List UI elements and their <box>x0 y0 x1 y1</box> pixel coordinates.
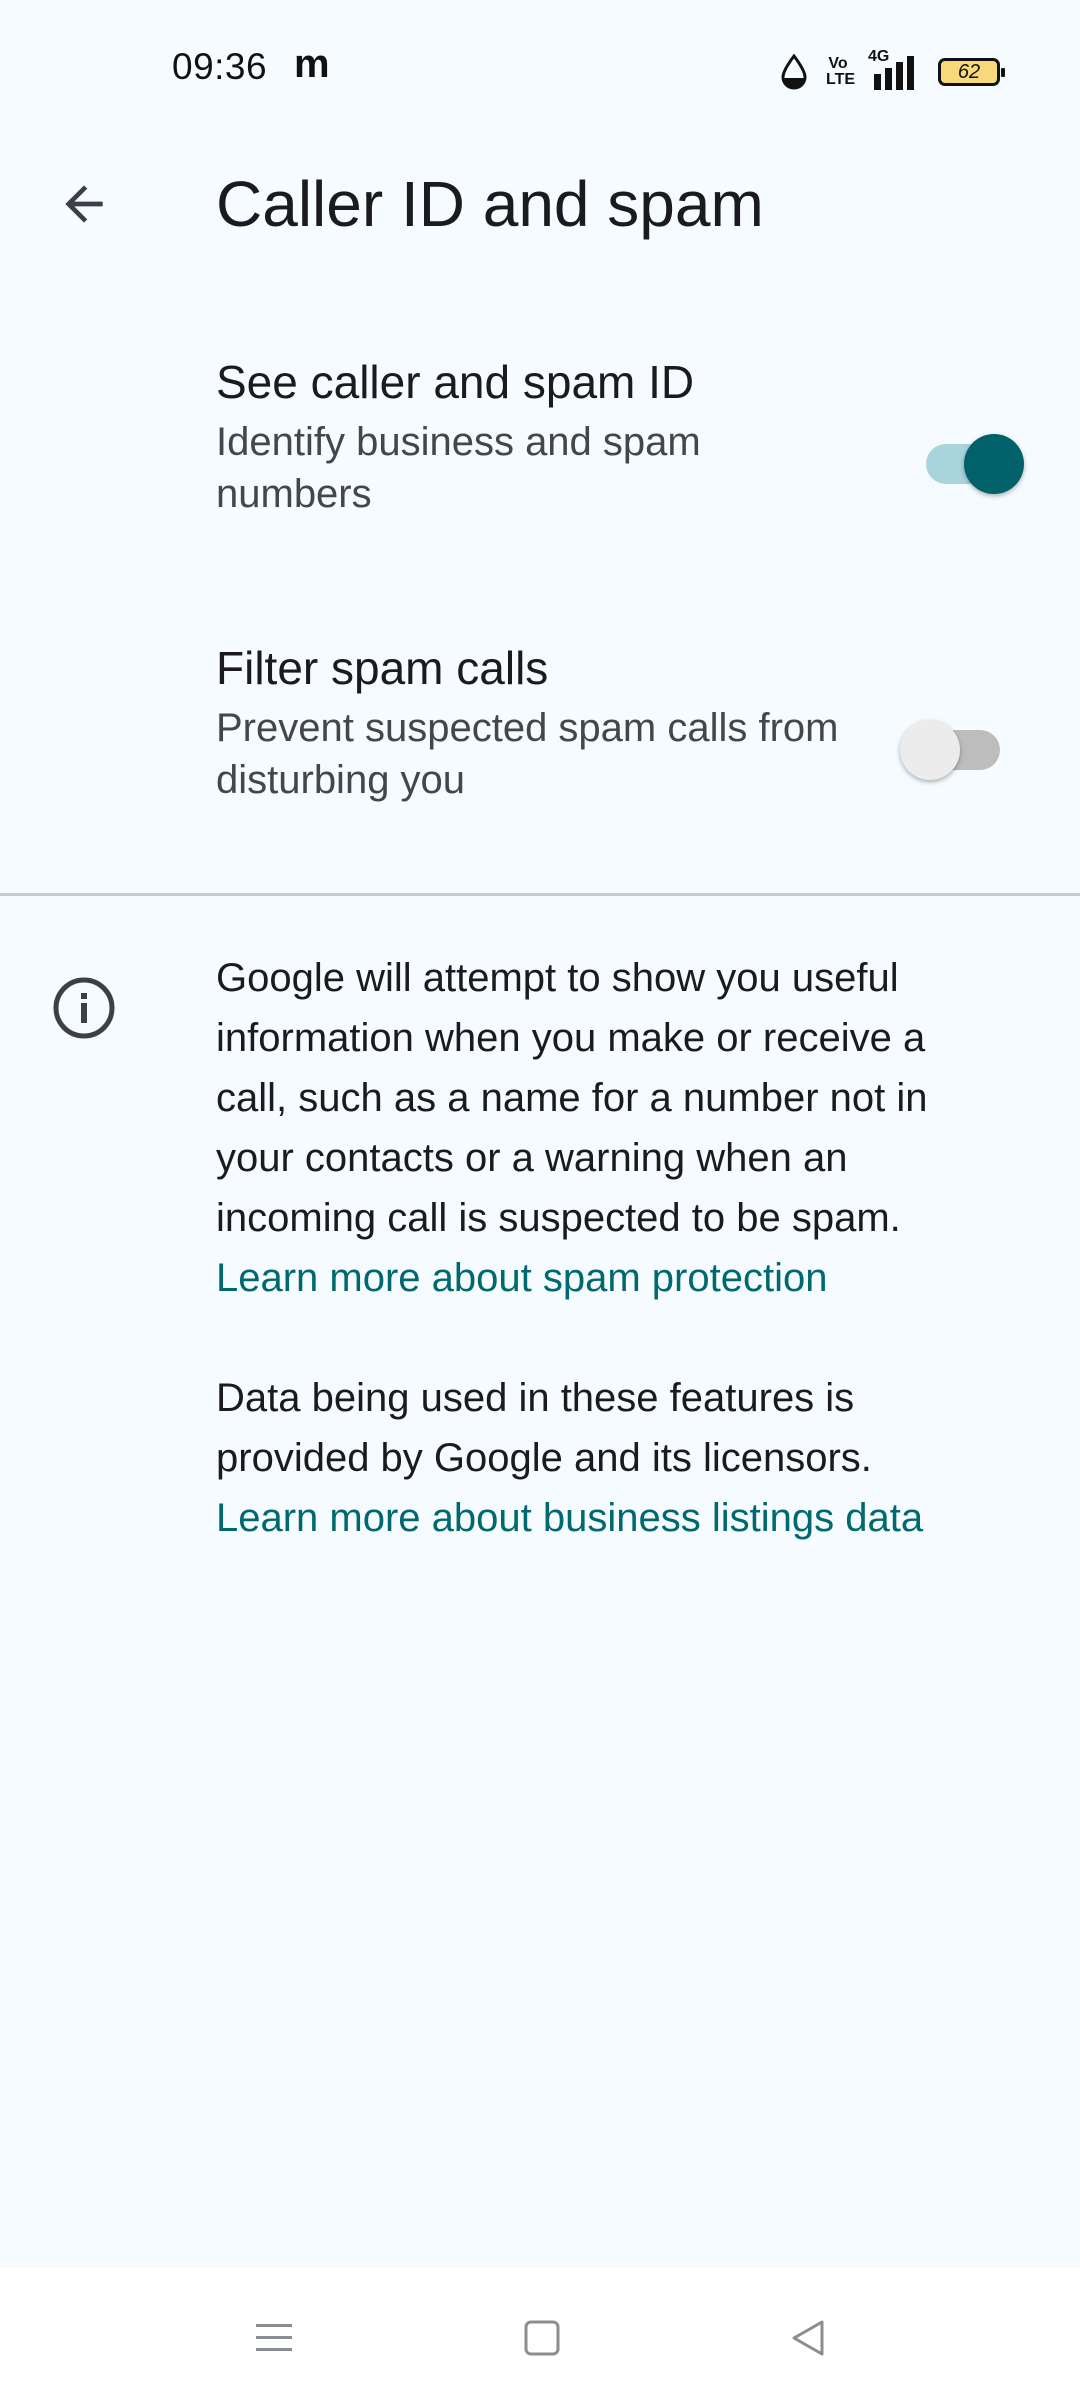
data-saver-drop-icon <box>781 54 807 90</box>
volte-line1: Vo <box>828 55 848 72</box>
arrow-left-icon <box>65 185 103 223</box>
status-icons: Vo LTE 4G 62 <box>780 48 1005 94</box>
learn-more-business-listings-link[interactable]: Learn more about business listings data <box>216 1488 923 1548</box>
info-paragraph-data: Data being used in these features is pro… <box>216 1376 872 1480</box>
setting-caller-spam-id[interactable]: See caller and spam ID Identify business… <box>0 340 1080 580</box>
recent-apps-button[interactable] <box>234 2298 314 2378</box>
menu-icon <box>256 2324 292 2351</box>
switch-thumb <box>900 720 960 780</box>
switch-thumb <box>964 434 1024 494</box>
home-button[interactable] <box>502 2298 582 2378</box>
status-bar: 09:36 m Vo LTE 4G 62 <box>0 0 1080 140</box>
info-block-data: Data being used in these features is pro… <box>216 1368 1006 1548</box>
filter-spam-calls-switch[interactable] <box>900 720 1000 780</box>
setting-summary: Identify business and spam numbers <box>216 420 701 516</box>
signal-icon: 4G <box>868 48 920 92</box>
home-square-icon <box>524 2320 560 2356</box>
info-icon <box>50 974 118 1042</box>
volte-line2: LTE <box>826 71 856 88</box>
setting-filter-spam-calls[interactable]: Filter spam calls Prevent suspected spam… <box>0 626 1080 866</box>
setting-title: See caller and spam ID <box>216 356 695 408</box>
system-back-button[interactable] <box>768 2298 848 2378</box>
status-app-indicator: m <box>294 42 330 86</box>
navigation-bar <box>0 2268 1080 2400</box>
divider <box>0 893 1080 896</box>
back-triangle-icon <box>792 2320 824 2356</box>
back-button[interactable] <box>44 164 124 244</box>
battery-icon: 62 <box>938 58 1005 86</box>
info-paragraph-spam: Google will attempt to show you useful i… <box>216 956 928 1240</box>
caller-spam-id-switch[interactable] <box>926 434 1024 494</box>
volte-icon: Vo LTE <box>826 55 856 88</box>
setting-title: Filter spam calls <box>216 642 549 694</box>
battery-level: 62 <box>957 61 981 83</box>
setting-summary: Prevent suspected spam calls from distur… <box>216 706 839 802</box>
info-block-spam: Google will attempt to show you useful i… <box>216 948 1006 1308</box>
learn-more-spam-link[interactable]: Learn more about spam protection <box>216 1248 827 1308</box>
status-time: 09:36 <box>172 46 268 87</box>
page-title: Caller ID and spam <box>216 168 764 240</box>
